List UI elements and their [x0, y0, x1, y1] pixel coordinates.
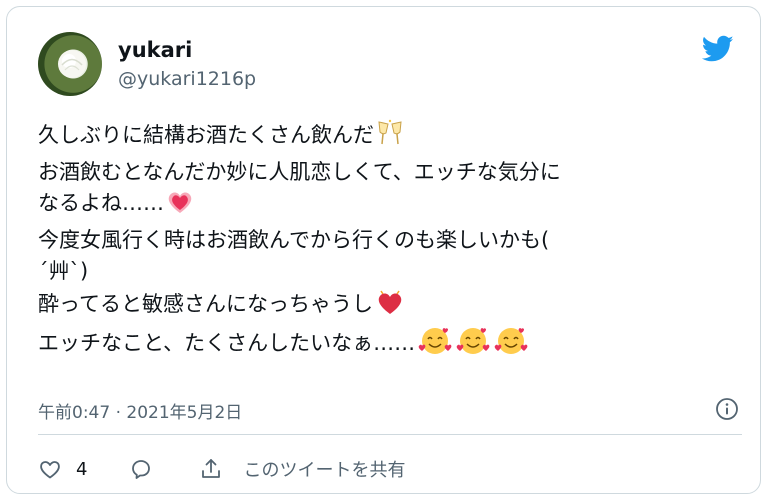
info-icon[interactable] [715, 397, 739, 421]
tweet-line: なるよね…… [38, 188, 738, 225]
user-handle[interactable]: @yukari1216p [118, 68, 256, 90]
tweet-line: 酔ってると敏感さんになっちゃうし [38, 288, 738, 326]
tweet-line: お酒飲むとなんだか妙に人肌恋しくて、エッチな気分に [38, 159, 561, 184]
divider [38, 434, 742, 435]
share-button[interactable]: このツイートを共有 [199, 456, 405, 482]
reply-icon[interactable] [129, 457, 153, 481]
like-count: 4 [76, 458, 88, 480]
tweet-line: エッチなこと、たくさんしたいなぁ…… [38, 325, 738, 365]
tweet-text: 久しぶりに結構お酒たくさん飲んだ お酒飲むとなんだか妙に人肌恋しくて、エッチな気… [38, 119, 738, 365]
display-name[interactable]: yukari [118, 38, 192, 62]
share-label: このツイートを共有 [243, 460, 406, 481]
tweet-card[interactable]: yukari @yukari1216p 久しぶりに結構お酒たくさん飲んだ お酒飲… [6, 6, 761, 494]
tweet-line: ´艸`) [38, 259, 89, 283]
clinking-glasses-emoji [376, 119, 404, 157]
smiling-face-with-hearts-emoji [417, 325, 453, 365]
rose-icon [58, 50, 86, 78]
tweet-line: 今度女風行く時はお酒飲んでから行くのも楽しいかも( [38, 227, 550, 252]
tweet-timestamp[interactable]: 午前0:47 · 2021年5月2日 [38, 398, 242, 423]
heart-emoji [375, 288, 405, 326]
smiling-face-with-hearts-emoji [493, 325, 529, 365]
twitter-bird-icon[interactable] [702, 35, 734, 63]
like-icon[interactable] [38, 457, 62, 481]
tweet-line: 久しぶりに結構お酒たくさん飲んだ [38, 119, 738, 157]
growing-heart-emoji [166, 189, 194, 225]
avatar[interactable] [38, 32, 102, 96]
share-icon [202, 459, 221, 478]
smiling-face-with-hearts-emoji [455, 325, 491, 365]
action-bar: 4 このツイートを共有 [38, 454, 405, 484]
